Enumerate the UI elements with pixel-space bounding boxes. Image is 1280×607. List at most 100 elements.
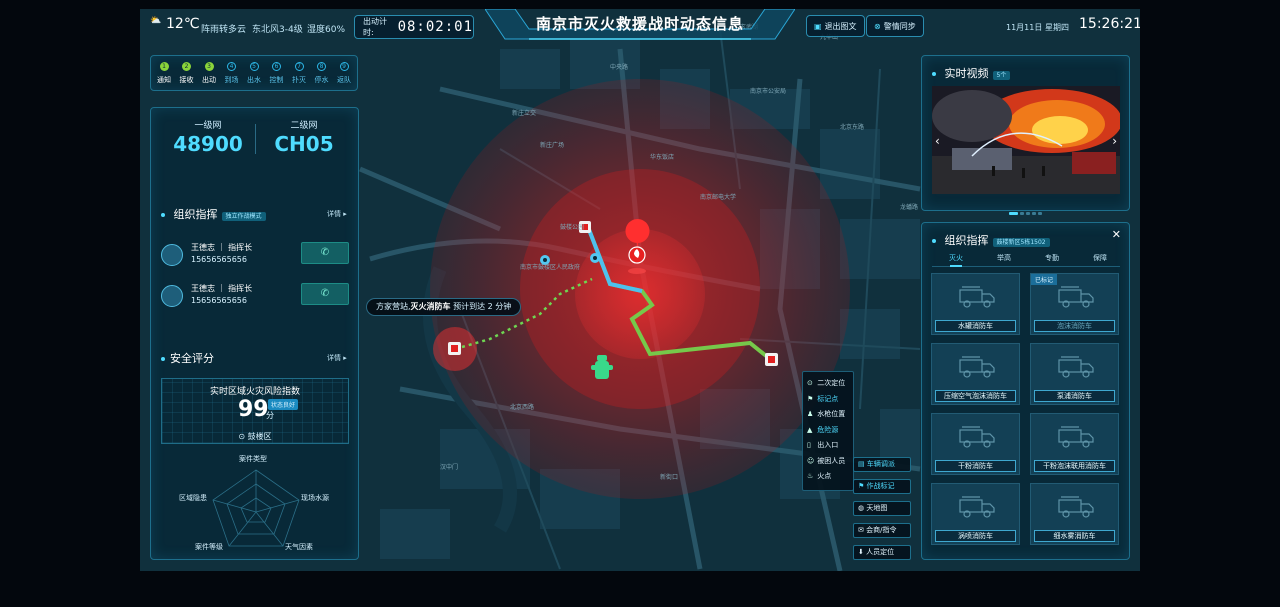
legend-item[interactable]: ☺ 被困人员 <box>807 456 845 466</box>
map-place-label: 北京西路 <box>510 403 534 411</box>
map-place-label: 南京市鼓楼区人民政府 <box>520 263 580 271</box>
risk-index-card: 实时区域火灾风险指数 99 分 状态良好 ⊙ 鼓楼区 <box>161 378 349 444</box>
legend-item[interactable]: ▯ 出入口 <box>807 440 838 450</box>
video-pagination[interactable] <box>922 200 1129 219</box>
exit-graphic-button[interactable]: ▣ 退出图文 <box>806 15 865 37</box>
truck-icon: ▤ <box>858 460 865 468</box>
truck-card[interactable]: 干粉泡沫联用消防车 <box>1030 413 1119 475</box>
call-button[interactable]: ✆ <box>301 283 349 305</box>
timer-value: 08:02:01 <box>397 19 473 35</box>
legend-item[interactable]: ▲ 危险源 <box>807 425 838 435</box>
map-place-label: 新庄广场 <box>540 141 564 149</box>
step-7: 7 扑灭 <box>287 62 311 85</box>
legend-label: 标记点 <box>817 394 839 403</box>
phone-icon: ✆ <box>320 247 330 258</box>
truck-card[interactable]: 涡喷消防车 <box>931 483 1020 545</box>
callout-eta: 预计到达 2 分钟 <box>450 302 512 311</box>
truck-card[interactable]: 已标记 泡沫消防车 <box>1030 273 1119 335</box>
truck-card[interactable]: 泵浦消防车 <box>1030 343 1119 405</box>
fire-truck-icon <box>1058 286 1094 308</box>
map-place-label: 新街口 <box>660 473 678 481</box>
alarm-sync-button[interactable]: ⊗ 警情同步 <box>866 15 924 37</box>
truck-label: 泡沫消防车 <box>1034 320 1115 332</box>
step-dot: 1 <box>159 62 169 71</box>
risk-index-title: 实时区域火灾风险指数 <box>209 387 300 397</box>
wind-info: 东北风3-4级 <box>252 25 303 35</box>
org-command-panel: 组织指挥 鼓楼新区5栋1502 ✕ 灭火 举高 专勤 保障 水罐消防车 已标记 泡沫消… <box>921 222 1130 560</box>
step-label: 接收 <box>179 76 194 84</box>
truck-label: 干粉泡沫联用消防车 <box>1034 460 1115 472</box>
avatar <box>161 244 183 266</box>
humidity-info: 湿度60% <box>307 25 346 35</box>
map-place-label: 汉中门 <box>440 463 458 471</box>
video-count-badge: 5个 <box>992 70 1011 80</box>
video-prev-icon[interactable]: ‹ <box>935 134 940 148</box>
combat-mode-badge: 独立作战模式 <box>221 211 266 221</box>
left-panel: 一级网 48900 二级网 CH05 组织指挥 独立作战模式 详情 ▸ 王德志 ｜… <box>150 107 359 560</box>
video-next-icon[interactable]: › <box>1112 134 1117 148</box>
fire-icon: ♨ <box>807 472 814 480</box>
commander-phone: 15656565656 <box>191 255 247 264</box>
step-label: 通知 <box>157 76 171 84</box>
truck-label: 细水雾消防车 <box>1034 530 1115 542</box>
legend-item[interactable]: ⚑ 标记点 <box>807 394 838 404</box>
legend-item[interactable]: ♟ 水枪位置 <box>807 409 845 419</box>
video-section-title: 实时视频 5个 <box>932 65 1011 81</box>
map-control-button[interactable]: ⚑ 作战标记 <box>853 479 911 494</box>
call-button[interactable]: ✆ <box>301 242 349 264</box>
truck-label: 压缩空气泡沫消防车 <box>935 390 1016 402</box>
tab-fire-fighting[interactable]: 灭火 <box>936 253 976 267</box>
step-label: 到场 <box>224 76 239 84</box>
map-place-label: 中央路 <box>610 63 628 71</box>
truck-card[interactable]: 干粉消防车 <box>931 413 1020 475</box>
truck-card[interactable]: 水罐消防车 <box>931 273 1020 335</box>
command-details-link[interactable]: 详情 ▸ <box>327 209 347 219</box>
door-icon: ▯ <box>807 441 811 449</box>
fire-truck-icon <box>1058 356 1094 378</box>
legend-item[interactable]: ⊙ 二次定位 <box>807 378 845 388</box>
truck-eta-callout: 方家营站,灭火消防车 预计到达 2 分钟 <box>366 298 522 316</box>
map-control-button[interactable]: ⬇ 人员定位 <box>853 545 911 560</box>
command-section-title: 组织指挥 独立作战模式 <box>161 206 266 222</box>
map-control-button[interactable]: ◍ 天地图 <box>853 501 911 516</box>
truck-card[interactable]: 细水雾消防车 <box>1030 483 1119 545</box>
step-dot: 6 <box>272 62 281 71</box>
step-9: 9 返队 <box>332 62 356 85</box>
video-player[interactable]: ‹ › <box>932 86 1120 194</box>
primary-network-label: 一级网 <box>194 121 222 131</box>
step-2: 2 接收 <box>175 62 199 85</box>
risk-status-badge: 状态良好 <box>268 399 299 410</box>
network-divider <box>255 124 256 154</box>
monitor-icon: ▣ <box>814 21 822 31</box>
tab-aerial[interactable]: 举高 <box>984 253 1024 263</box>
radar-label-weather: 天气因素 <box>285 543 313 551</box>
truck-label: 水罐消防车 <box>935 320 1016 332</box>
radar-label-water-source: 现场水源 <box>301 494 329 502</box>
avatar <box>161 285 183 307</box>
commander-name: 王德志 ｜ 指挥长 <box>191 243 253 252</box>
step-3: 3 出动 <box>197 62 221 85</box>
close-icon[interactable]: ✕ <box>1112 228 1121 241</box>
callout-vehicle: 灭火消防车 <box>410 302 451 311</box>
radar-label-case-level: 案件等级 <box>195 543 223 551</box>
map-place-label: 南京市公安局 <box>750 87 786 95</box>
truck-label: 干粉消防车 <box>935 460 1016 472</box>
step-label: 出动 <box>202 76 216 84</box>
map-place-label: 南京邮电大学 <box>700 193 736 201</box>
video-title-text: 实时视频 <box>944 67 989 80</box>
legend-label: 火点 <box>817 472 832 480</box>
fire-truck-marker-3 <box>448 342 461 355</box>
secondary-network-label: 二级网 <box>290 121 318 131</box>
tab-support[interactable]: 保障 <box>1080 253 1120 263</box>
legend-label: 出入口 <box>817 441 839 449</box>
org-location-badge: 鼓楼新区5栋1502 <box>992 237 1050 247</box>
tab-special-service[interactable]: 专勤 <box>1032 253 1072 263</box>
phone-icon: ✆ <box>320 288 330 299</box>
map-control-button[interactable]: ▤ 车辆调派 <box>853 457 911 472</box>
step-dot: 9 <box>339 62 349 71</box>
truck-card[interactable]: 压缩空气泡沫消防车 <box>931 343 1020 405</box>
step-label: 出水 <box>247 76 261 84</box>
safety-details-link[interactable]: 详情 ▸ <box>327 353 347 363</box>
legend-item[interactable]: ♨ 火点 <box>807 471 831 481</box>
map-control-button[interactable]: ✉ 会商/指令 <box>853 523 911 538</box>
